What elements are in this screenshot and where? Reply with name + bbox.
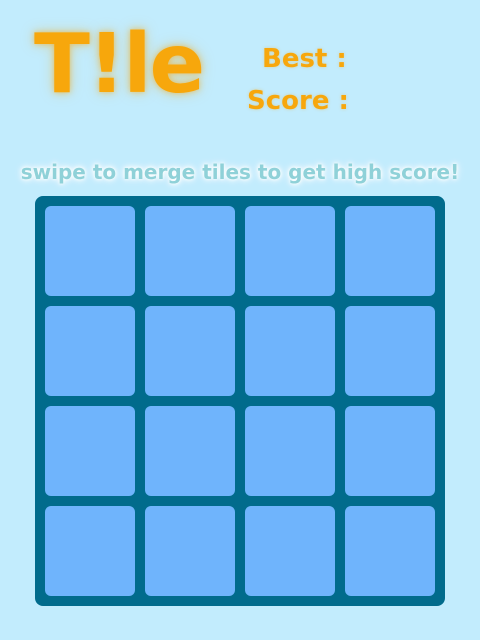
board-cell [45, 306, 135, 396]
board-cell [145, 406, 235, 496]
board-cell [245, 406, 335, 496]
current-score: Score : [247, 86, 447, 116]
board-cell [45, 406, 135, 496]
board-cell [145, 306, 235, 396]
board-cell [245, 306, 335, 396]
board-cell [145, 206, 235, 296]
best-label: Best : [262, 44, 347, 74]
board-cell [345, 406, 435, 496]
instruction-text: swipe to merge tiles to get high score! [20, 160, 460, 184]
board-cell [45, 506, 135, 596]
board-cell [245, 506, 335, 596]
board-cell [45, 206, 135, 296]
best-score: Best : [247, 44, 447, 74]
board-cell [245, 206, 335, 296]
board-cell [345, 506, 435, 596]
board-cell [345, 206, 435, 296]
game-logo: T!le [34, 17, 205, 112]
board-cell [345, 306, 435, 396]
board-cell [145, 506, 235, 596]
game-screen: T!le Best : Score : swipe to merge tiles… [0, 0, 480, 640]
score-panel: Best : Score : [247, 44, 447, 128]
game-board[interactable] [35, 196, 445, 606]
score-label: Score : [247, 86, 349, 116]
